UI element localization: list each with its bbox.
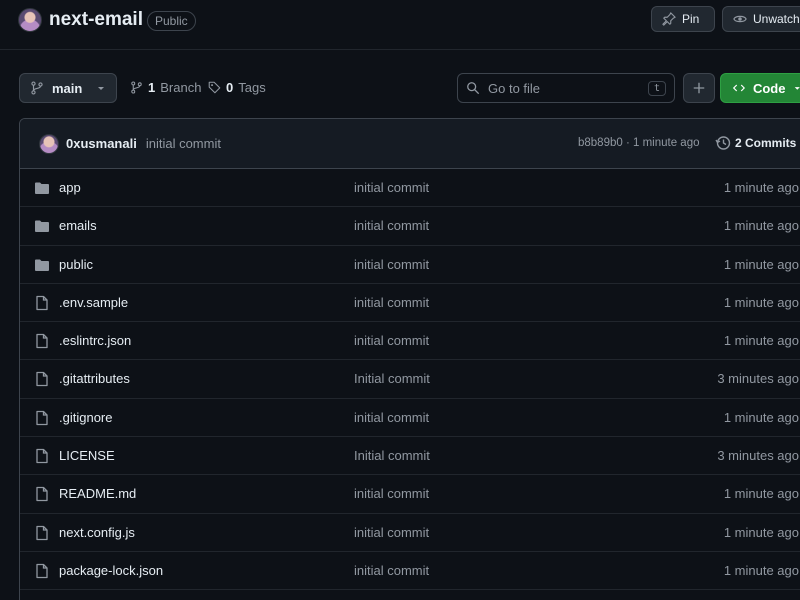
file-name[interactable]: .env.sample <box>59 295 128 310</box>
pin-button[interactable]: Pin <box>651 6 715 32</box>
folder-icon <box>35 220 49 233</box>
file-icon <box>36 487 48 502</box>
file-icon <box>36 410 48 425</box>
file-name[interactable]: package-lock.json <box>59 563 163 578</box>
file-row[interactable]: LICENSE Initial commit 3 minutes ago <box>20 437 800 476</box>
branch-count: 1 <box>148 80 156 95</box>
file-row[interactable]: next.config.js initial commit 1 minute ago <box>20 514 800 552</box>
pin-label: Pin <box>682 12 700 26</box>
tag-count: 0 <box>226 80 234 95</box>
file-row[interactable]: .gitignore initial commit 1 minute ago <box>20 399 800 438</box>
tags-link[interactable]: 0 Tags <box>208 80 266 95</box>
branch-icon <box>31 81 43 95</box>
commit-hash-time[interactable]: b8b89b0 · 1 minute ago <box>578 137 699 149</box>
file-commit-message[interactable]: initial commit <box>354 563 429 578</box>
folder-icon <box>35 182 49 194</box>
file-commit-message[interactable]: initial commit <box>354 218 429 233</box>
file-name[interactable]: next.config.js <box>59 525 135 540</box>
branch-count-label: Branch <box>160 80 202 95</box>
file-name[interactable]: .gitattributes <box>59 371 130 386</box>
file-icon <box>36 295 48 311</box>
file-browser: 0xusmanali initial commit b8b89b0 · 1 mi… <box>19 118 800 600</box>
search-input[interactable] <box>488 80 638 96</box>
file-icon <box>36 448 48 464</box>
code-icon <box>733 84 745 92</box>
file-commit-message[interactable]: Initial commit <box>354 448 430 463</box>
history-icon <box>715 136 731 150</box>
file-row[interactable]: package-lock.json initial commit 1 minute … <box>20 552 800 591</box>
file-commit-age: 1 minute ago <box>723 218 799 234</box>
file-commit-age: 1 minute ago <box>723 256 799 272</box>
file-icon <box>36 372 48 387</box>
pin-icon <box>662 12 676 26</box>
file-list: app initial commit 1 minute ago emails initi… <box>20 169 800 591</box>
file-commit-age: 1 minute ago <box>723 562 799 578</box>
commit-message[interactable]: initial commit <box>146 136 221 151</box>
file-row[interactable]: .env.sample initial commit 1 minute ago <box>20 284 800 323</box>
file-name[interactable]: app <box>59 180 81 195</box>
file-commit-message[interactable]: initial commit <box>354 486 429 501</box>
file-commit-age: 1 minute ago <box>723 294 799 310</box>
commit-author[interactable]: 0xusmanali <box>66 136 137 151</box>
latest-commit-bar: 0xusmanali initial commit b8b89b0 · 1 mi… <box>20 119 800 169</box>
file-name[interactable]: .eslintrc.json <box>59 333 131 348</box>
unwatch-button[interactable]: Unwatch <box>722 6 800 32</box>
plus-icon <box>693 82 705 94</box>
file-commit-age: 3 minutes ago <box>717 371 799 387</box>
file-icon <box>36 563 48 579</box>
code-label: Code <box>752 80 786 96</box>
visibility-badge: Public <box>147 11 196 31</box>
file-commit-message[interactable]: Initial commit <box>354 371 430 386</box>
file-commit-message[interactable]: initial commit <box>354 180 429 195</box>
go-to-file-search[interactable]: t <box>457 73 675 103</box>
file-row[interactable]: public initial commit 1 minute ago <box>20 246 800 284</box>
author-avatar[interactable] <box>39 133 59 154</box>
file-commit-message[interactable]: initial commit <box>354 410 429 425</box>
file-row[interactable]: README.md initial commit 1 minute ago <box>20 475 800 514</box>
file-icon <box>36 525 48 540</box>
repo-name[interactable]: next-email <box>49 9 143 31</box>
commits-history-link[interactable]: 2 Commits <box>715 135 796 151</box>
file-commit-age: 1 minute ago <box>723 333 799 349</box>
file-commit-message[interactable]: initial commit <box>354 333 429 348</box>
file-row[interactable]: app initial commit 1 minute ago <box>20 169 800 208</box>
file-row[interactable]: .eslintrc.json initial commit 1 minute ago <box>20 322 800 361</box>
file-name[interactable]: emails <box>59 218 97 233</box>
tag-count-label: Tags <box>238 80 266 95</box>
branch-icon <box>131 81 142 94</box>
file-name[interactable]: public <box>59 257 93 272</box>
tag-icon <box>208 81 221 94</box>
unwatch-label: Unwatch <box>753 12 800 26</box>
branches-link[interactable]: 1 Branch <box>130 80 201 95</box>
file-commit-message[interactable]: initial commit <box>354 257 429 272</box>
branch-selector[interactable]: main <box>19 73 117 103</box>
file-row[interactable]: emails initial commit 1 minute ago <box>20 207 800 246</box>
code-button[interactable]: Code <box>720 73 800 103</box>
owner-avatar[interactable] <box>18 8 42 32</box>
folder-icon <box>35 259 49 271</box>
file-commit-age: 1 minute ago <box>723 486 799 502</box>
file-row[interactable]: .gitattributes Initial commit 3 minutes ag… <box>20 360 800 399</box>
add-file-button[interactable] <box>683 73 715 103</box>
chevron-down-icon <box>795 87 800 90</box>
file-commit-age: 1 minute ago <box>723 524 799 540</box>
repo-header: next-email Public Pin Unwatch <box>0 0 800 50</box>
chevron-down-icon <box>98 87 104 90</box>
file-commit-message[interactable]: initial commit <box>354 295 429 310</box>
file-commit-age: 1 minute ago <box>723 409 799 425</box>
search-icon <box>467 82 480 95</box>
commits-label: 2 Commits <box>735 136 797 150</box>
file-commit-message[interactable]: initial commit <box>354 525 429 540</box>
eye-icon <box>733 15 747 23</box>
branch-name: main <box>52 80 83 96</box>
shortcut-hint: t <box>647 80 666 96</box>
file-commit-age: 3 minutes ago <box>717 448 799 464</box>
file-name[interactable]: LICENSE <box>59 448 115 463</box>
file-name[interactable]: .gitignore <box>59 410 112 425</box>
file-commit-age: 1 minute ago <box>723 180 799 195</box>
file-icon <box>36 334 48 349</box>
file-name[interactable]: README.md <box>59 486 136 501</box>
